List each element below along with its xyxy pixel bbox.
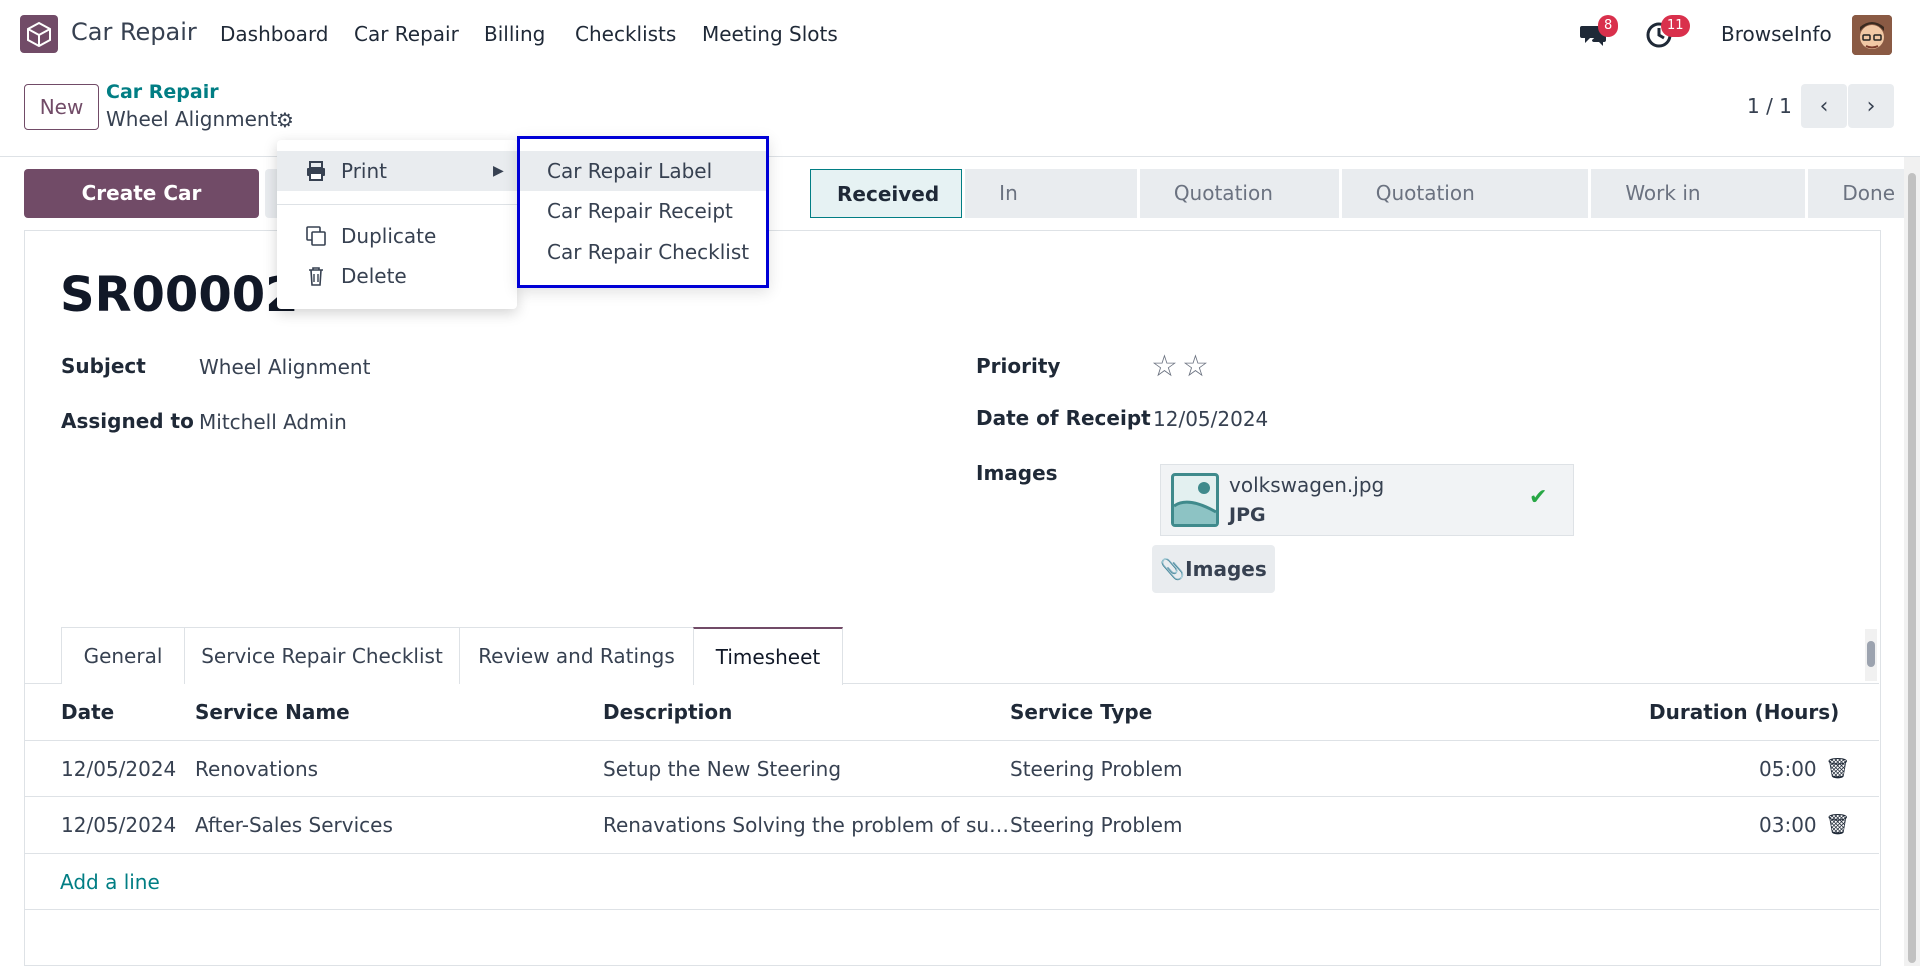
row-service-type: Steering Problem [1010,757,1183,781]
add-line-link[interactable]: Add a line [60,870,160,894]
column-description[interactable]: Description [603,700,732,724]
pager-value[interactable]: 1 / 1 [1747,94,1792,118]
top-navbar: Car Repair Dashboard Car Repair Billing … [0,0,1920,68]
row-date: 12/05/2024 [61,813,177,837]
row-service-name: Renovations [195,757,319,781]
tab-review-and-ratings[interactable]: Review and Ratings [459,627,694,684]
activities-badge: 11 [1661,15,1690,37]
row-date: 12/05/2024 [61,757,177,781]
row-divider [24,796,1879,797]
priority-star-icon-1[interactable]: ☆ [1151,349,1178,384]
stage-work-in-progress[interactable]: Work in Progress [1591,169,1806,254]
messages-badge: 8 [1598,15,1619,37]
chevron-right-icon: › [1866,93,1876,119]
menu-item-duplicate[interactable]: Duplicate [277,216,517,256]
row-description: Setup the New Steering [603,757,842,781]
row-duration: 03:00 [1759,813,1817,837]
date-of-receipt-field[interactable]: 12/05/2024 [1153,407,1268,431]
menu-billing[interactable]: Billing [484,22,545,46]
menu-item-delete-label: Delete [341,264,407,288]
pager-previous-button[interactable]: ‹ [1801,84,1847,128]
paperclip-icon: 📎 [1160,557,1186,581]
delete-row-trash-icon[interactable]: 🗑 [1825,756,1850,780]
print-car-repair-receipt[interactable]: Car Repair Receipt [520,191,766,231]
create-car-diagnosis-button[interactable]: Create Car Diagnosis [24,169,259,254]
app-logo-icon[interactable] [20,15,58,53]
page-scrollbar[interactable] [1904,157,1920,966]
gear-action-menu: Print ▶ Duplicate Delete [277,140,517,309]
menu-divider [277,204,517,205]
printer-icon [305,151,329,195]
menu-meeting-slots[interactable]: Meeting Slots [702,22,838,46]
attachment-name: volkswagen.jpg [1229,473,1385,497]
upload-images-button[interactable]: 📎Images [1152,545,1275,593]
tab-timesheet[interactable]: Timesheet [693,627,843,685]
record-reference: SR00002 [60,267,299,323]
trash-icon [305,256,329,300]
caret-right-icon: ▶ [493,163,504,179]
app-name[interactable]: Car Repair [71,18,197,46]
row-service-name: After-Sales Services [195,813,393,837]
tab-service-repair-checklist[interactable]: Service Repair Checklist [184,627,460,684]
row-service-type: Steering Problem [1010,813,1183,837]
assigned-to-field[interactable]: Mitchell Admin [199,410,347,434]
row-duration: 05:00 [1759,757,1817,781]
table-header-divider [24,740,1879,741]
menu-dashboard[interactable]: Dashboard [220,22,329,46]
print-submenu: Car Repair Label Car Repair Receipt Car … [517,136,769,288]
new-button[interactable]: New [24,84,99,130]
attachment-type: JPG [1229,504,1266,526]
menu-car-repair[interactable]: Car Repair [354,22,459,46]
breadcrumb-car-repair[interactable]: Car Repair [106,81,219,103]
priority-label: Priority [976,354,1061,378]
gear-icon[interactable]: ⚙ [276,108,294,132]
form-sheet [24,230,1881,966]
column-date[interactable]: Date [61,700,114,724]
stage-quotation-sent[interactable]: Quotation Sent [1139,169,1339,254]
assigned-to-label: Assigned to [61,409,194,433]
priority-star-icon-2[interactable]: ☆ [1182,349,1209,384]
delete-row-trash-icon[interactable]: 🗑 [1825,812,1850,836]
record-title: Wheel Alignment [106,107,278,131]
tabs-scrollbar[interactable] [1865,629,1877,681]
menu-item-print-label: Print [341,159,388,183]
date-of-receipt-label: Date of Receipt [976,406,1151,430]
company-switcher[interactable]: BrowseInfo [1721,22,1832,46]
user-avatar[interactable] [1852,15,1892,55]
status-bar: Received In Diagnosis Quotation Sent Quo… [810,169,1920,254]
images-label: Images [976,461,1058,485]
subject-label: Subject [61,354,146,378]
duplicate-icon [305,216,329,260]
print-car-repair-label[interactable]: Car Repair Label [520,151,766,191]
chevron-left-icon: ‹ [1819,93,1829,119]
pager-next-button[interactable]: › [1848,84,1894,128]
check-icon: ✔ [1529,485,1548,510]
column-service-name[interactable]: Service Name [195,700,350,724]
attachment-card[interactable]: volkswagen.jpg JPG ✔ [1160,464,1574,536]
stage-received[interactable]: Received [810,169,963,218]
menu-item-print[interactable]: Print ▶ [277,151,517,191]
table-bottom-divider [24,909,1879,910]
subject-field[interactable]: Wheel Alignment [199,355,370,379]
image-file-icon [1171,473,1219,527]
print-car-repair-checklist[interactable]: Car Repair Checklist [520,232,766,272]
menu-checklists[interactable]: Checklists [575,22,676,46]
menu-item-duplicate-label: Duplicate [341,224,437,248]
row-divider [24,853,1879,854]
tab-general[interactable]: General [61,627,185,684]
row-description: Renavations Solving the problem of su… [603,813,1010,837]
upload-images-label: Images [1185,557,1267,581]
column-service-type[interactable]: Service Type [1010,700,1152,724]
column-duration[interactable]: Duration (Hours) [1649,700,1839,724]
stage-done[interactable]: Done [1808,169,1917,218]
menu-item-delete[interactable]: Delete [277,256,517,296]
stage-in-diagnosis[interactable]: In Diagnosis [965,169,1137,254]
stage-quotation-approved[interactable]: Quotation Approved [1341,169,1589,254]
